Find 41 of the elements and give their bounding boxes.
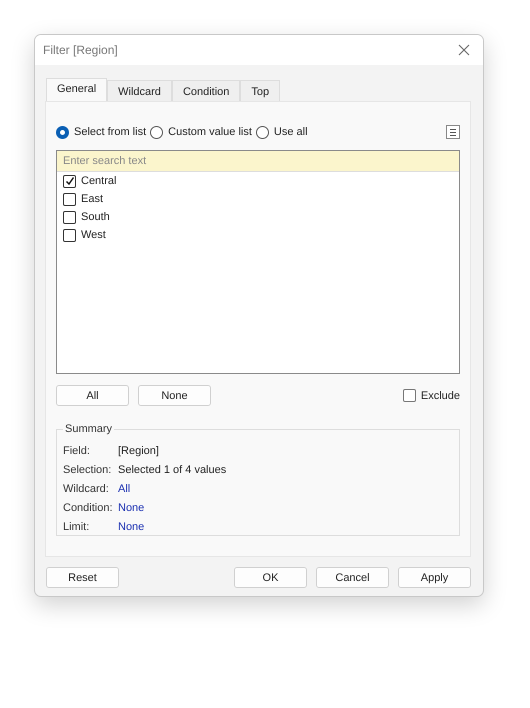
summary-label: Limit:: [63, 520, 90, 532]
radio-label: Custom value list: [168, 126, 252, 138]
summary-label: Wildcard:: [63, 482, 110, 494]
list-button[interactable]: None: [138, 385, 211, 406]
checkbox[interactable]: [63, 228, 76, 242]
footer-button[interactable]: Reset: [46, 567, 119, 588]
checkbox[interactable]: [63, 210, 76, 224]
footer-button[interactable]: Apply: [398, 567, 471, 588]
radio-button[interactable]: Use all: [256, 126, 308, 138]
footer-button[interactable]: OK: [234, 567, 307, 588]
value-label: Central: [81, 175, 116, 187]
tab[interactable]: Wildcard: [107, 80, 172, 101]
exclude-label: Exclude: [420, 390, 460, 402]
value-label: South: [81, 211, 110, 223]
summary-title: Summary: [64, 423, 114, 435]
close-icon: [458, 44, 470, 56]
tab[interactable]: Condition: [172, 80, 240, 101]
summary-link[interactable]: None: [118, 520, 144, 532]
checkbox[interactable]: [63, 174, 76, 188]
summary-label: Condition:: [63, 502, 114, 514]
radio-label: Select from list: [74, 126, 146, 138]
radio-button[interactable]: Select from list: [56, 126, 146, 138]
checkbox[interactable]: [63, 192, 76, 206]
footer-button[interactable]: Cancel: [316, 567, 389, 588]
value-label: East: [81, 193, 104, 205]
list-button[interactable]: All: [56, 385, 129, 406]
summary-link[interactable]: None: [118, 502, 144, 514]
summary-link[interactable]: All: [118, 482, 130, 494]
tab[interactable]: Top: [240, 80, 280, 101]
checkbox[interactable]: [402, 389, 416, 402]
summary-value: [Region]: [118, 444, 159, 456]
search-field[interactable]: Enter search text: [57, 151, 459, 172]
window-title: Filter [Region]: [43, 43, 118, 57]
summary-label: Field:: [63, 444, 91, 456]
value-label: West: [81, 229, 106, 241]
menu-button[interactable]: [446, 125, 460, 139]
tab[interactable]: General: [46, 78, 108, 101]
summary-value: Selected 1 of 4 values: [118, 464, 226, 476]
summary-label: Selection:: [63, 464, 112, 476]
radio-button[interactable]: Custom value list: [150, 126, 252, 138]
radio-label: Use all: [274, 126, 308, 138]
